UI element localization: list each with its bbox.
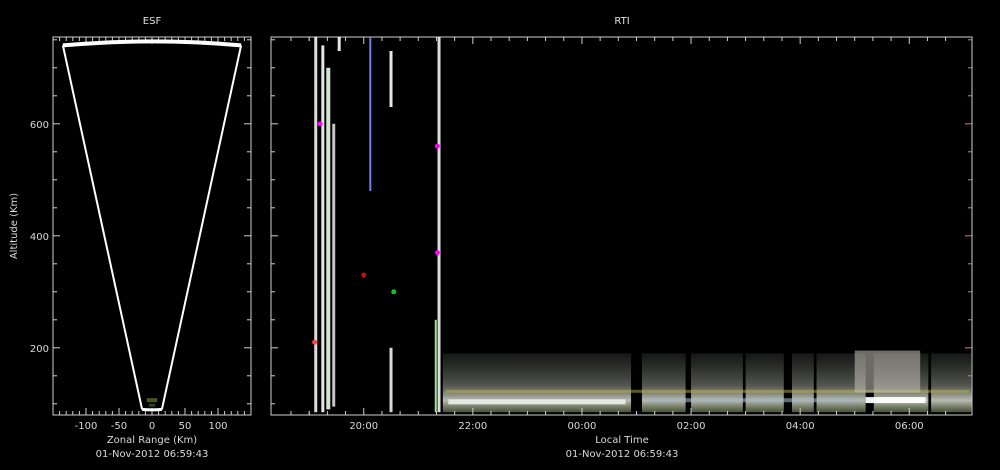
- rti-x-tick-label: 00:00: [568, 421, 597, 432]
- rti-xlabel: Local Time: [595, 435, 649, 446]
- rti-echo-band: [641, 353, 686, 413]
- esf-panel: -100 -50 0 50 100200400600 Zonal Range (Km) …: [9, 36, 252, 460]
- chart-canvas: ESF RTI -100 -50 0 50 100 200 400 600 Zonal Ran…: [9, 16, 973, 460]
- rti-echo-band: [691, 353, 743, 413]
- esf-y-tick-label: 400: [30, 232, 49, 243]
- rti-bottom-trace: [865, 397, 926, 404]
- rti-x-tick-label: 22:00: [458, 421, 487, 432]
- rti-plume: [321, 45, 325, 413]
- rti-plume: [389, 51, 393, 107]
- esf-x-tick-label: 0: [149, 421, 155, 432]
- rti-timestamp: 01-Nov-2012 06:59:43: [566, 449, 679, 460]
- esf-plot-frame: [52, 36, 252, 416]
- rti-x-tick-label: 02:00: [677, 421, 706, 432]
- esf-x-tick-label: -50: [111, 421, 127, 432]
- rti-plume: [326, 67, 331, 410]
- esf-fan-bottom-arc: [141, 407, 163, 412]
- esf-timestamp: 01-Nov-2012 06:59:43: [96, 449, 209, 460]
- rti-bottom-trace: [647, 398, 861, 403]
- rti-plume: [369, 37, 372, 191]
- rti-x-tick-label: 06:00: [895, 421, 924, 432]
- rti-bottom-trace: [448, 399, 626, 405]
- rti-echo-dot: [317, 121, 323, 127]
- rti-echo-dot: [434, 143, 440, 149]
- esf-y-tick-label: 200: [30, 344, 49, 355]
- esf-x-tick-label: -100: [75, 421, 98, 432]
- rti-plume: [389, 347, 393, 413]
- esf-xlabel: Zonal Range (Km): [107, 435, 197, 446]
- rti-plume: [434, 319, 437, 413]
- rti-echo-dot: [391, 289, 397, 295]
- esf-echo: [146, 398, 158, 403]
- rti-echo-dot: [312, 339, 318, 345]
- rti-panel: 20:00 22:00 00:00 02:00 04:00 06:00 Local Tim…: [270, 36, 973, 460]
- rti-echo-band: [931, 353, 972, 413]
- rti-plume: [437, 37, 441, 413]
- rti-echo-band: [745, 353, 784, 413]
- esf-y-tick-label: 600: [30, 120, 49, 131]
- rti-plume: [314, 37, 318, 413]
- rti-plume: [337, 37, 341, 51]
- rti-echo-band: [791, 353, 814, 413]
- rti-plume: [332, 123, 336, 407]
- rti-title: RTI: [614, 16, 629, 27]
- rti-echo-dot: [434, 250, 440, 256]
- esf-echo: [148, 403, 156, 407]
- esf-title: ESF: [143, 16, 162, 27]
- rti-echo-dot: [361, 272, 367, 278]
- esf-x-tick-label: 50: [179, 421, 192, 432]
- rti-x-tick-label: 20:00: [349, 421, 378, 432]
- rti-x-tick-label: 04:00: [786, 421, 815, 432]
- esf-ylabel: Altitude (Km): [9, 193, 20, 259]
- esf-x-tick-label: 100: [208, 421, 227, 432]
- rti-echo-patch: [854, 350, 921, 393]
